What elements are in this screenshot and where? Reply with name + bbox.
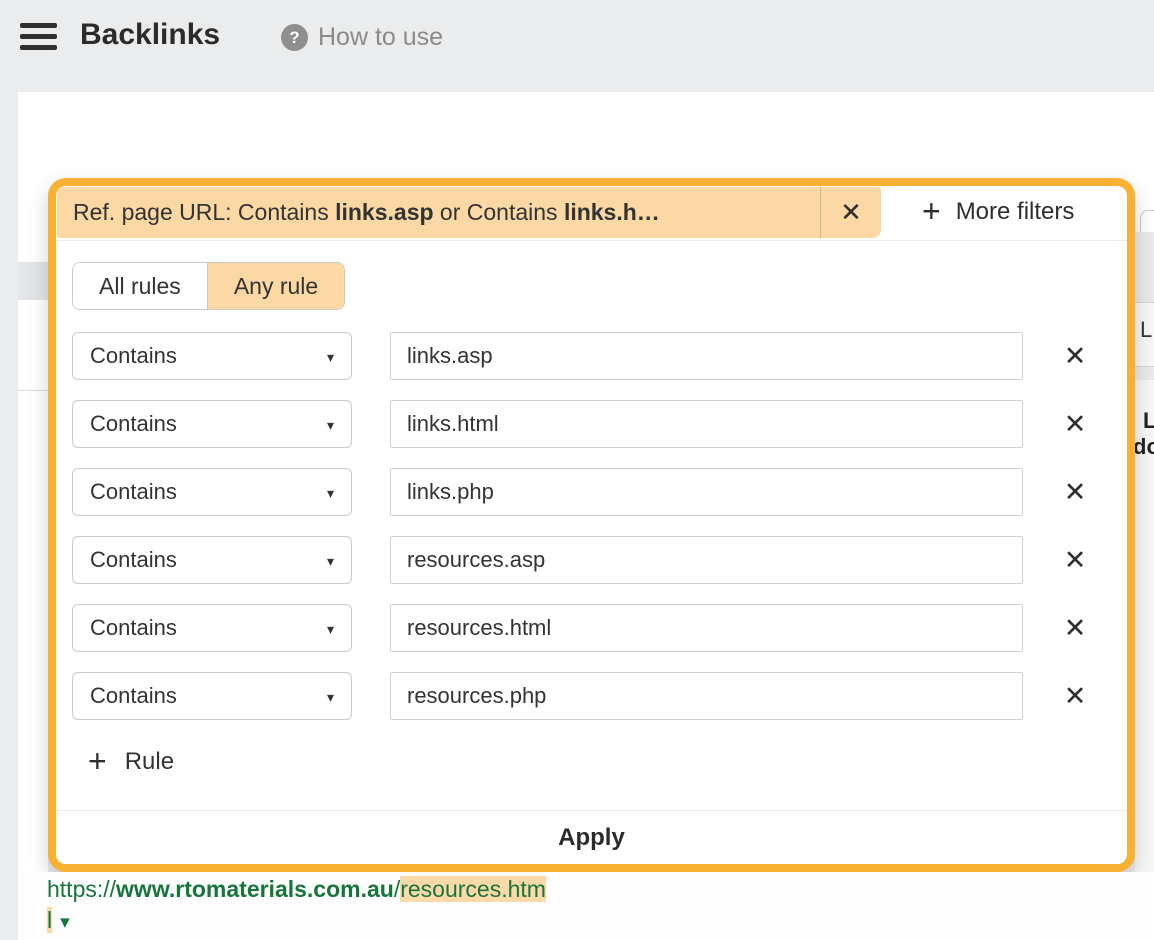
chevron-down-icon: ▾	[327, 349, 334, 366]
clipped-table-cell: L do	[1135, 380, 1154, 872]
rule-value-input[interactable]	[390, 332, 1023, 380]
ref-page-url-filter-tag[interactable]: Ref. page URL: Contains links.asp or Con…	[57, 187, 881, 238]
operator-select[interactable]: Contains ▾	[72, 468, 352, 516]
url-wrap-highlight: l	[47, 907, 52, 933]
tab-all-rules[interactable]: All rules	[73, 263, 207, 309]
filter-tag-text: Ref. page URL: Contains links.asp or Con…	[73, 187, 813, 238]
remove-filter-icon[interactable]: ✕	[820, 187, 881, 238]
remove-rule-icon[interactable]: ✕	[1055, 604, 1095, 652]
operator-select[interactable]: Contains ▾	[72, 400, 352, 448]
operator-select[interactable]: Contains ▾	[72, 536, 352, 584]
any-rule-label: Any rule	[234, 273, 318, 300]
operator-select[interactable]: Contains ▾	[72, 332, 352, 380]
operator-label: Contains	[90, 683, 177, 709]
rule-row: Contains ▾ ✕	[72, 604, 1127, 652]
rule-value-input[interactable]	[390, 536, 1023, 584]
rule-value-input[interactable]	[390, 400, 1023, 448]
page-title: Backlinks	[80, 18, 220, 52]
table-left-edge	[18, 232, 48, 872]
rule-value-input[interactable]	[390, 468, 1023, 516]
referring-page-url-link[interactable]: https://www.rtomaterials.com.au/resource…	[47, 874, 1047, 938]
rules-mode-segmented-control: All rules Any rule	[72, 262, 345, 310]
operator-label: Contains	[90, 479, 177, 505]
more-filters-button[interactable]: + More filters	[922, 186, 1074, 238]
add-rule-button[interactable]: + Rule	[88, 742, 174, 782]
plus-icon: +	[922, 195, 941, 227]
tab-any-rule[interactable]: Any rule	[207, 263, 344, 309]
clipped-column-header: L	[1135, 302, 1154, 367]
rule-value-input[interactable]	[390, 672, 1023, 720]
remove-rule-icon[interactable]: ✕	[1055, 332, 1095, 380]
rule-row: Contains ▾ ✕	[72, 672, 1127, 720]
apply-label: Apply	[558, 824, 625, 852]
all-rules-label: All rules	[99, 273, 181, 300]
apply-button[interactable]: Apply	[56, 810, 1127, 864]
operator-label: Contains	[90, 615, 177, 641]
rule-value-input[interactable]	[390, 604, 1023, 652]
table-right-edge: L L do	[1135, 232, 1154, 872]
chevron-down-icon: ▾	[327, 553, 334, 570]
help-icon[interactable]: ?	[281, 24, 308, 51]
rule-row: Contains ▾ ✕	[72, 400, 1127, 448]
chevron-down-icon: ▾	[327, 621, 334, 638]
remove-rule-icon[interactable]: ✕	[1055, 468, 1095, 516]
remove-rule-icon[interactable]: ✕	[1055, 400, 1095, 448]
operator-select[interactable]: Contains ▾	[72, 672, 352, 720]
ref-page-url-filter-panel: Ref. page URL: Contains links.asp or Con…	[48, 178, 1135, 872]
url-domain: www.rtomaterials.com.au	[116, 876, 394, 902]
operator-select[interactable]: Contains ▾	[72, 604, 352, 652]
url-scheme: https://	[47, 876, 116, 902]
operator-label: Contains	[90, 411, 177, 437]
clipped-bold-text: do	[1133, 434, 1154, 460]
remove-rule-icon[interactable]: ✕	[1055, 672, 1095, 720]
rule-row: Contains ▾ ✕	[72, 468, 1127, 516]
more-filters-label: More filters	[956, 198, 1075, 226]
rule-row: Contains ▾ ✕	[72, 332, 1127, 380]
top-bar: Backlinks ? How to use	[0, 0, 1154, 92]
how-to-use-link[interactable]: How to use	[318, 23, 443, 52]
hamburger-menu-icon[interactable]	[20, 23, 57, 50]
backlink-table-row: https://www.rtomaterials.com.au/resource…	[18, 872, 1154, 940]
rule-row: Contains ▾ ✕	[72, 536, 1127, 584]
plus-icon: +	[88, 745, 107, 777]
url-path-highlight: resources.htm	[400, 876, 546, 902]
add-rule-label: Rule	[125, 748, 174, 776]
operator-label: Contains	[90, 343, 177, 369]
filter-tag-row: Ref. page URL: Contains links.asp or Con…	[56, 186, 1127, 241]
chevron-down-icon: ▾	[327, 689, 334, 706]
operator-label: Contains	[90, 547, 177, 573]
url-dropdown-icon[interactable]: ▾	[60, 912, 70, 933]
chevron-down-icon: ▾	[327, 485, 334, 502]
remove-rule-icon[interactable]: ✕	[1055, 536, 1095, 584]
clipped-bold-text: L	[1143, 408, 1154, 434]
chevron-down-icon: ▾	[327, 417, 334, 434]
